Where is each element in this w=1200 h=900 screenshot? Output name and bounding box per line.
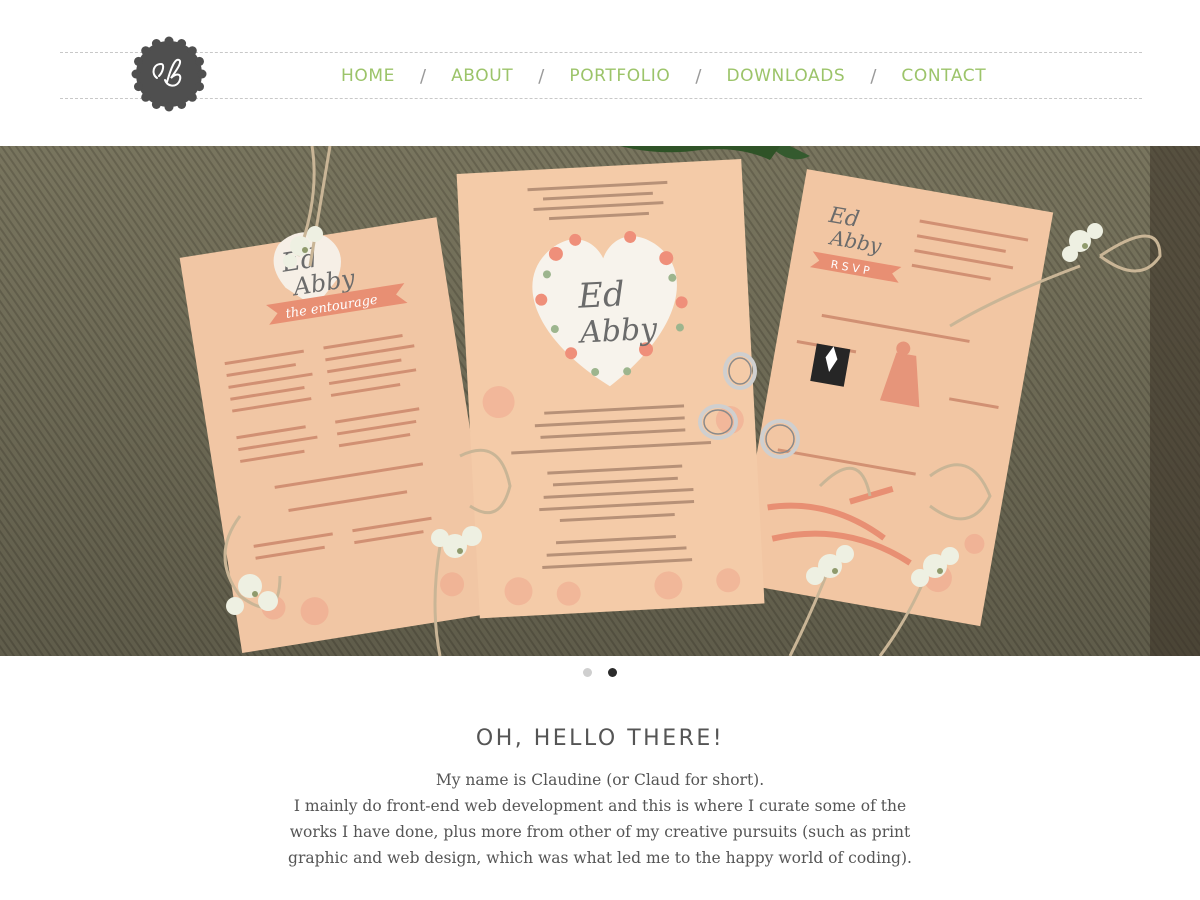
invitation-abby-text: Abby <box>576 312 659 351</box>
nav-portfolio-link[interactable]: PORTFOLIO <box>556 66 683 86</box>
nav-separator: / <box>870 65 877 87</box>
intro-text: My name is Claudine (or Claud for short)… <box>250 767 950 871</box>
slider-pagination <box>0 664 1200 680</box>
nav-downloads-link[interactable]: DOWNLOADS <box>713 66 858 86</box>
slider-dot-1[interactable] <box>583 668 592 677</box>
intro-heading: OH, HELLO THERE! <box>475 726 725 751</box>
nav-separator: / <box>419 65 427 87</box>
hero-slider[interactable]: Ed Abby the entourage Ed Abby R S V P Ed… <box>0 146 1200 656</box>
intro-line-4: graphic and web design, which was what l… <box>288 849 912 867</box>
wedding-invitation-photo: Ed Abby the entourage Ed Abby R S V P Ed… <box>0 146 1200 656</box>
slider-dot-2[interactable] <box>608 668 617 677</box>
nav-home-link[interactable]: HOME <box>328 66 408 86</box>
intro-line-3: works I have done, plus more from other … <box>289 823 911 841</box>
site-header: HOME / ABOUT / PORTFOLIO / DOWNLOADS / C… <box>0 0 1200 146</box>
nav-about-link[interactable]: ABOUT <box>438 66 526 86</box>
invitation-card: Ed Abby <box>456 159 765 619</box>
nav-separator: / <box>538 65 545 87</box>
intro-line-2: I mainly do front-end web development an… <box>293 797 907 815</box>
site-logo[interactable] <box>131 36 207 112</box>
intro-section: OH, HELLO THERE! My name is Claudine (or… <box>250 726 950 871</box>
main-nav: HOME / ABOUT / PORTFOLIO / DOWNLOADS / C… <box>328 62 999 90</box>
intro-line-1: My name is Claudine (or Claud for short)… <box>435 771 765 789</box>
header-bottom-dashed-rule <box>60 98 1142 99</box>
monogram-badge-icon <box>131 36 207 112</box>
header-top-dashed-rule <box>60 52 1142 53</box>
nav-separator: / <box>695 65 702 87</box>
nav-contact-link[interactable]: CONTACT <box>888 66 999 86</box>
invitation-ed-text: Ed <box>576 274 626 316</box>
